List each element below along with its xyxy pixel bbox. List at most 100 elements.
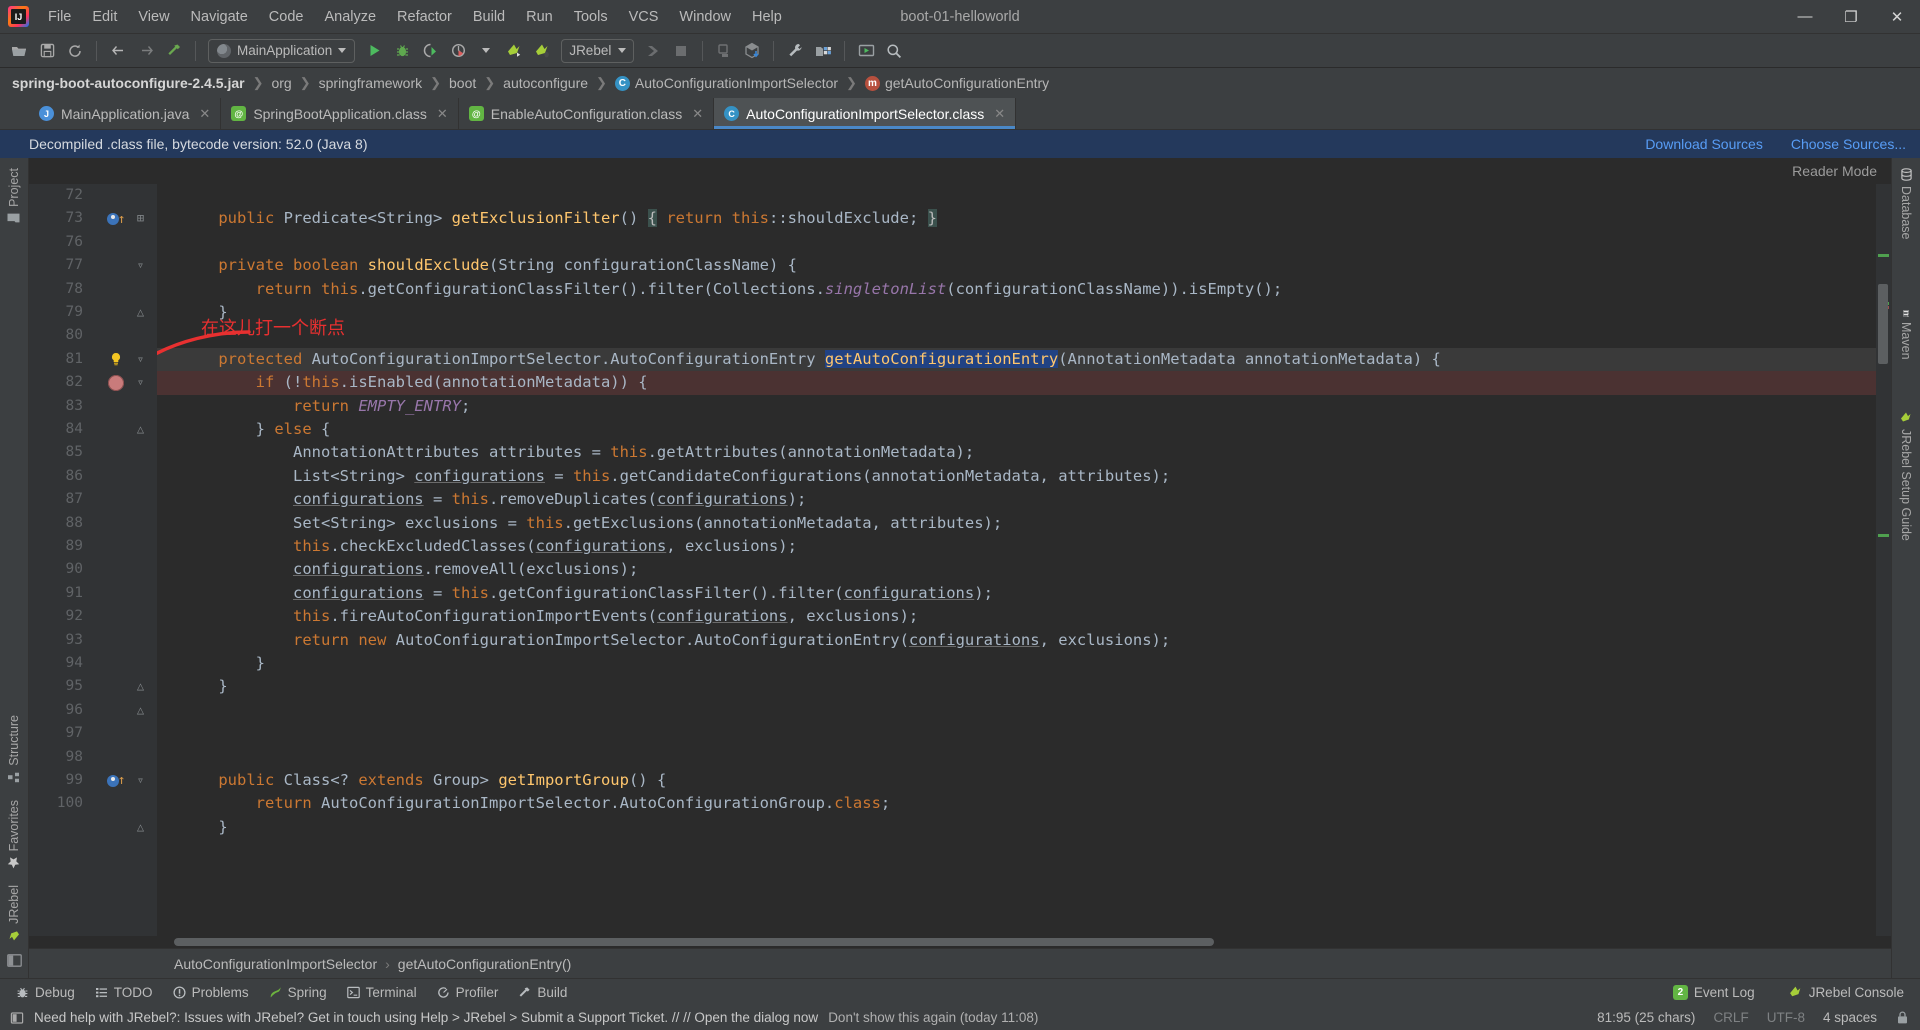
sidebar-item-project[interactable]: Project (7, 160, 21, 233)
maximize-button[interactable]: ❐ (1828, 0, 1874, 34)
breakpoint-marker-82[interactable] (103, 371, 129, 394)
jrebel-run-icon[interactable] (501, 38, 527, 64)
run-icon[interactable] (361, 38, 387, 64)
menu-analyze[interactable]: Analyze (314, 4, 386, 30)
tool-window-todo[interactable]: TODO (87, 983, 161, 1002)
override-marker-73[interactable]: ↑ (103, 207, 129, 230)
menu-build[interactable]: Build (463, 4, 515, 30)
menu-file[interactable]: File (38, 4, 81, 30)
menu-tools[interactable]: Tools (564, 4, 618, 30)
sidebar-item-maven[interactable]: m Maven (1899, 296, 1913, 368)
tool-window-problems[interactable]: Problems (165, 983, 257, 1002)
editor-gutter[interactable]: 72 73 76 77 78 79 80 81 82 83 84 85 86 8… (29, 184, 157, 936)
reader-mode-indicator[interactable]: Reader Mode (29, 158, 1891, 184)
override-marker-97[interactable]: ↑ (103, 769, 129, 792)
breadcrumb-item-springframework[interactable]: springframework (315, 75, 426, 91)
sidebar-item-jrebel[interactable]: JRebel (7, 877, 21, 950)
nav-method[interactable]: getAutoConfigurationEntry() (398, 956, 572, 972)
profile-dropdown-chevron-icon[interactable] (473, 38, 499, 64)
horizontal-scrollbar[interactable] (29, 936, 1891, 948)
caret-position[interactable]: 81:95 (25 chars) (1597, 1010, 1695, 1025)
tool-window-spring[interactable]: Spring (261, 983, 335, 1002)
run-configuration-selector[interactable]: MainApplication (208, 38, 356, 63)
jrebel-debug-icon[interactable] (529, 38, 555, 64)
tab-enable-auto-configuration[interactable]: @ EnableAutoConfiguration.class ✕ (459, 98, 715, 129)
tab-main-application[interactable]: J MainApplication.java ✕ (29, 98, 222, 129)
fold-handle[interactable]: △ (134, 301, 147, 324)
download-sources-link[interactable]: Download Sources (1645, 136, 1763, 152)
vertical-scrollbar-thumb[interactable] (1878, 284, 1888, 364)
choose-sources-link[interactable]: Choose Sources... (1791, 136, 1906, 152)
minimize-button[interactable]: — (1782, 0, 1828, 34)
status-message[interactable]: Need help with JRebel?: Issues with JReb… (34, 1010, 818, 1025)
fold-handle[interactable]: △ (134, 675, 147, 698)
editor-marker-strip[interactable] (1876, 184, 1891, 936)
intention-bulb-81[interactable] (103, 348, 129, 371)
project-structure-icon[interactable] (810, 38, 836, 64)
tool-window-event-log[interactable]: 2 Event Log (1665, 983, 1763, 1002)
line-separator[interactable]: CRLF (1713, 1010, 1748, 1025)
hide-tool-windows-icon[interactable] (6, 954, 22, 970)
tool-window-build[interactable]: Build (510, 983, 575, 1002)
indent-setting[interactable]: 4 spaces (1823, 1010, 1877, 1025)
status-dismiss-link[interactable]: Don't show this again (today 11:08) (828, 1010, 1038, 1025)
tab-close-icon[interactable]: ✕ (199, 106, 210, 122)
build-hammer-icon[interactable] (161, 38, 187, 64)
tool-window-terminal[interactable]: Terminal (339, 983, 425, 1002)
attach-icon[interactable] (711, 38, 737, 64)
back-arrow-icon[interactable] (105, 38, 131, 64)
fold-handle[interactable]: △ (134, 816, 147, 839)
sync-icon[interactable] (62, 38, 88, 64)
update-app-icon[interactable] (739, 38, 765, 64)
search-everywhere-icon[interactable] (881, 38, 907, 64)
tab-close-icon[interactable]: ✕ (692, 106, 703, 122)
select-opened-file-icon[interactable] (853, 38, 879, 64)
forward-arrow-icon[interactable] (133, 38, 159, 64)
menu-vcs[interactable]: VCS (619, 4, 669, 30)
tab-auto-configuration-import-selector[interactable]: C AutoConfigurationImportSelector.class … (714, 98, 1017, 129)
menu-help[interactable]: Help (742, 4, 792, 30)
fold-handle[interactable]: △ (134, 418, 147, 441)
jrebel-selector[interactable]: JRebel (561, 38, 635, 63)
menu-edit[interactable]: Edit (82, 4, 127, 30)
sidebar-item-favorites[interactable]: Favorites (7, 792, 21, 877)
stop-icon[interactable] (668, 38, 694, 64)
fold-handle[interactable]: ▿ (134, 254, 147, 277)
menu-code[interactable]: Code (259, 4, 314, 30)
fold-handle[interactable]: △ (134, 699, 147, 722)
menu-window[interactable]: Window (669, 4, 741, 30)
menu-view[interactable]: View (128, 4, 179, 30)
settings-wrench-icon[interactable] (782, 38, 808, 64)
debug-icon[interactable] (389, 38, 415, 64)
save-icon[interactable] (34, 38, 60, 64)
notification-icon[interactable] (10, 1011, 24, 1025)
menu-refactor[interactable]: Refactor (387, 4, 462, 30)
profile-icon[interactable] (445, 38, 471, 64)
sidebar-item-database[interactable]: Database (1899, 160, 1913, 248)
close-button[interactable]: ✕ (1874, 0, 1920, 34)
breadcrumb-item-autoconfigure[interactable]: autoconfigure (499, 75, 592, 91)
menu-navigate[interactable]: Navigate (181, 4, 258, 30)
sidebar-item-jrebel-setup-guide[interactable]: JRebel Setup Guide (1899, 403, 1913, 549)
fold-handle[interactable]: ▿ (134, 769, 147, 792)
run-coverage-icon[interactable] (417, 38, 443, 64)
nav-class[interactable]: AutoConfigurationImportSelector (174, 956, 377, 972)
open-folder-icon[interactable] (6, 38, 32, 64)
fold-handle[interactable]: ▿ (134, 371, 147, 394)
rollback-icon[interactable] (640, 38, 666, 64)
breadcrumb-item-jar[interactable]: spring-boot-autoconfigure-2.4.5.jar (8, 75, 249, 91)
tab-close-icon[interactable]: ✕ (994, 106, 1005, 122)
file-encoding[interactable]: UTF-8 (1767, 1010, 1805, 1025)
breadcrumb-item-class[interactable]: C AutoConfigurationImportSelector (611, 75, 842, 91)
horizontal-scrollbar-thumb[interactable] (174, 938, 1214, 946)
tool-window-jrebel-console[interactable]: JRebel Console (1781, 983, 1912, 1002)
breadcrumb-item-boot[interactable]: boot (445, 75, 480, 91)
tab-close-icon[interactable]: ✕ (437, 106, 448, 122)
menu-run[interactable]: Run (516, 4, 563, 30)
breadcrumb-item-method[interactable]: m getAutoConfigurationEntry (861, 75, 1053, 91)
breadcrumb-item-org[interactable]: org (267, 75, 295, 91)
tab-spring-boot-application[interactable]: @ SpringBootApplication.class ✕ (221, 98, 459, 129)
tool-window-profiler[interactable]: Profiler (429, 983, 507, 1002)
lock-icon[interactable] (1895, 1010, 1910, 1025)
tool-window-debug[interactable]: Debug (8, 983, 83, 1002)
